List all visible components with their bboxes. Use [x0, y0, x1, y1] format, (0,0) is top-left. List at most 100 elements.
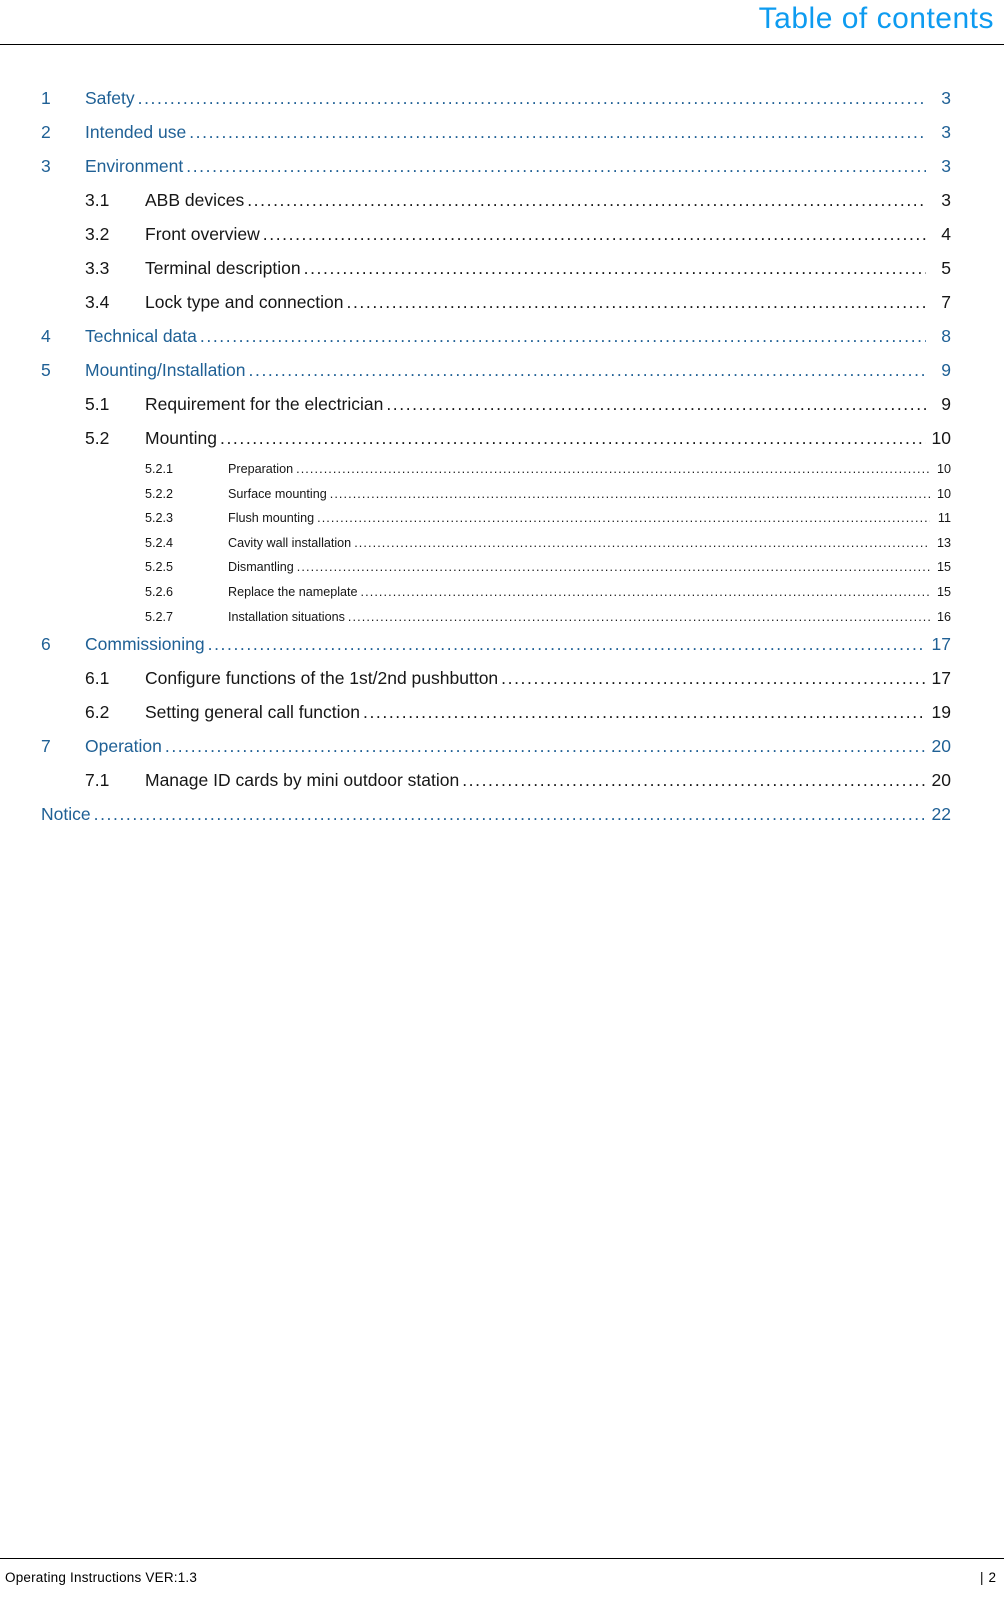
toc-entry-page-number: 3 [941, 156, 951, 176]
header-divider [0, 44, 1004, 45]
toc-entry-title: Flush mounting [228, 511, 315, 526]
toc-leader-dots [304, 258, 926, 279]
toc-leader-dots [462, 770, 926, 791]
toc-entry[interactable]: 5.2.2 Surface mounting 10 [41, 487, 951, 512]
toc-entry[interactable]: Notice 22 [41, 804, 951, 838]
toc-entry[interactable]: 2 Intended use 3 [41, 122, 951, 156]
toc-leader-dots [346, 292, 926, 313]
toc-entry[interactable]: 5.2.5 Dismantling 15 [41, 560, 951, 585]
toc-entry-page-number: 4 [941, 224, 951, 244]
toc-entry-page-number: 9 [941, 360, 951, 380]
toc-leader-dots [354, 536, 930, 550]
toc-entry-number: 5.1 [85, 394, 110, 414]
toc-entry[interactable]: 5.2.1 Preparation 10 [41, 462, 951, 487]
toc-leader-dots [186, 156, 926, 177]
toc-entry-page-number: 3 [941, 122, 951, 142]
toc-entry[interactable]: 4 Technical data 8 [41, 326, 951, 360]
toc-leader-dots [317, 511, 930, 525]
toc-entry-page-number: 16 [936, 609, 951, 624]
toc-entry[interactable]: 3.4 Lock type and connection 7 [41, 292, 951, 326]
toc-entry-page-number: 9 [941, 394, 951, 414]
toc-entry-page-number: 8 [941, 326, 951, 346]
toc-entry-number: 6.2 [85, 702, 110, 723]
toc-entry-page-number: 17 [931, 668, 951, 689]
toc-entry-title: Mounting/Installation [85, 360, 246, 380]
toc-entry-page-number: 22 [931, 804, 951, 825]
toc-entry-page-number: 19 [931, 702, 951, 723]
toc-entry[interactable]: 5.2.3 Flush mounting 11 [41, 511, 951, 536]
toc-entry[interactable]: 7.1 Manage ID cards by mini outdoor stati… [41, 770, 951, 804]
toc-entry[interactable]: 5 Mounting/Installation 9 [41, 360, 951, 394]
toc-entry[interactable]: 1 Safety 3 [41, 88, 951, 122]
toc-entry-title: Commissioning [85, 634, 205, 655]
table-of-contents: 1 Safety 3 2 Intended use 3 3 Environment 3 3.1 AB… [0, 88, 1004, 838]
toc-leader-dots [386, 394, 926, 415]
toc-entry-title: Terminal description [145, 258, 301, 278]
toc-entry-page-number: 10 [936, 462, 951, 476]
toc-leader-dots [361, 585, 930, 599]
toc-leader-dots [94, 804, 926, 825]
toc-entry-page-number: 15 [936, 584, 951, 599]
footer-page-indicator: | 2 [980, 1570, 996, 1585]
toc-entry-title: Replace the nameplate [228, 584, 358, 599]
toc-leader-dots [189, 122, 926, 143]
toc-entry[interactable]: 3 Environment 3 [41, 156, 951, 190]
toc-entry[interactable]: 5.2.6 Replace the nameplate 15 [41, 585, 951, 610]
toc-entry-title: Safety [85, 88, 135, 108]
toc-entry[interactable]: 5.2.4 Cavity wall installation 13 [41, 536, 951, 561]
toc-entry-title: Configure functions of the 1st/2nd pushb… [145, 668, 499, 689]
toc-entry[interactable]: 5.2 Mounting 10 [41, 428, 951, 462]
toc-entry-number: 5.2.1 [145, 462, 174, 476]
toc-leader-dots [363, 702, 926, 723]
toc-leader-dots [138, 88, 926, 109]
toc-entry-title: Requirement for the electrician [145, 394, 384, 414]
toc-entry-page-number: 3 [941, 88, 951, 108]
footer-separator: | [979, 1570, 984, 1585]
toc-entry[interactable]: 5.2.7 Installation situations 16 [41, 610, 951, 635]
toc-entry-title: Cavity wall installation [228, 535, 352, 550]
toc-leader-dots [220, 428, 926, 449]
toc-entry-title: Intended use [85, 122, 187, 142]
toc-entry-number: 5.2 [85, 428, 110, 448]
footer-page-number: 2 [988, 1570, 996, 1585]
toc-entry-page-number: 3 [941, 190, 951, 210]
toc-leader-dots [297, 560, 930, 574]
toc-entry-page-number: 17 [931, 634, 951, 655]
toc-entry[interactable]: 3.2 Front overview 4 [41, 224, 951, 258]
toc-entry-page-number: 13 [936, 535, 951, 550]
page-header: Table of contents [0, 0, 1004, 46]
toc-entry-page-number: 7 [941, 292, 951, 312]
toc-entry-title: Notice [41, 804, 91, 825]
toc-entry-title: Dismantling [228, 560, 294, 575]
toc-leader-dots [348, 610, 930, 624]
toc-entry-number: 5.2.7 [145, 609, 174, 624]
toc-entry[interactable]: 3.1 ABB devices 3 [41, 190, 951, 224]
footer-divider [0, 1558, 1004, 1559]
toc-entry-number: 5.2.4 [145, 535, 174, 550]
toc-entry-page-number: 10 [936, 486, 951, 501]
toc-entry-number: 5 [41, 360, 51, 380]
toc-entry[interactable]: 3.3 Terminal description 5 [41, 258, 951, 292]
toc-entry-title: Technical data [85, 326, 197, 346]
toc-entry-number: 4 [41, 326, 51, 346]
toc-entry-number: 7 [41, 736, 51, 757]
toc-entry-number: 1 [41, 88, 51, 108]
toc-entry[interactable]: 6.2 Setting general call function 19 [41, 702, 951, 736]
toc-entry-number: 3.3 [85, 258, 110, 278]
toc-leader-dots [165, 736, 926, 757]
toc-entry[interactable]: 5.1 Requirement for the electrician 9 [41, 394, 951, 428]
toc-entry-number: 7.1 [85, 770, 110, 791]
toc-entry-number: 3.2 [85, 224, 110, 244]
toc-entry-number: 5.2.5 [145, 560, 174, 575]
toc-entry-number: 2 [41, 122, 51, 142]
toc-entry-title: Mounting [145, 428, 217, 448]
toc-entry[interactable]: 7 Operation 20 [41, 736, 951, 770]
toc-entry-title: Operation [85, 736, 162, 757]
toc-entry[interactable]: 6 Commissioning 17 [41, 634, 951, 668]
document-page: Table of contents 1 Safety 3 2 Intended use 3… [0, 0, 1004, 1601]
toc-entry-title: Setting general call function [145, 702, 360, 723]
toc-entry-page-number: 20 [931, 736, 951, 757]
toc-entry-page-number: 10 [931, 428, 951, 448]
toc-entry-page-number: 5 [941, 258, 951, 278]
toc-entry[interactable]: 6.1 Configure functions of the 1st/2nd pu… [41, 668, 951, 702]
